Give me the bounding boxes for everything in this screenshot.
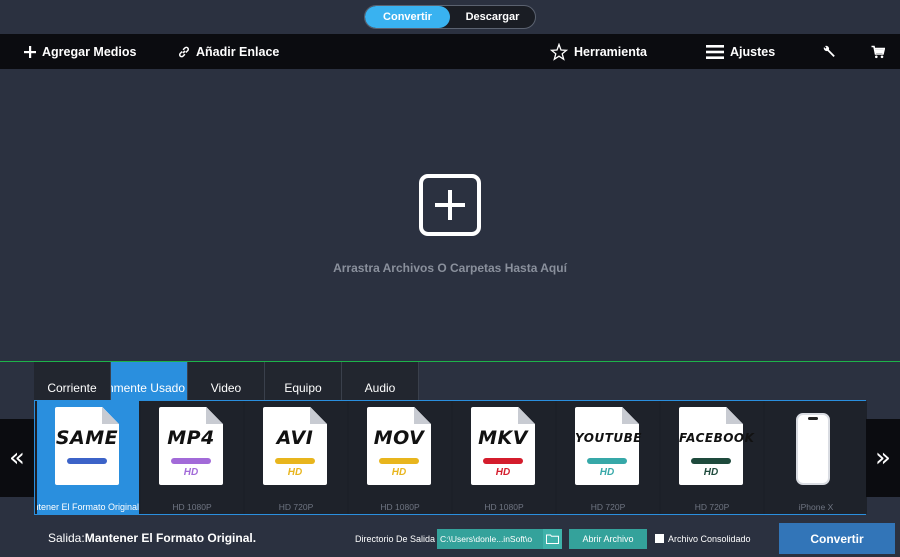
open-file-button[interactable]: Abrir Archivo — [569, 529, 647, 549]
format-card[interactable]: SAME Mantener El Formato Original — [37, 401, 139, 514]
output-prefix: Salida: — [48, 531, 85, 545]
tab-video[interactable]: Video — [188, 362, 265, 400]
format-color-pill — [171, 458, 211, 464]
add-link-button[interactable]: Añadir Enlace — [178, 34, 279, 69]
drop-zone-hint: Arrastra Archivos O Carpetas Hasta Aquí — [333, 261, 567, 275]
consolidated-checkbox[interactable] — [655, 534, 664, 543]
format-color-pill — [275, 458, 315, 464]
next-formats-button[interactable]: » — [866, 419, 900, 497]
format-name: MKV — [478, 427, 528, 449]
tool-button[interactable]: Herramienta — [550, 34, 647, 69]
format-caption: HD 1080P — [484, 502, 524, 512]
format-caption: HD 1080P — [172, 502, 212, 512]
tab-device[interactable]: Equipo — [265, 362, 342, 400]
convert-button[interactable]: Convertir — [779, 523, 895, 554]
format-caption: Mantener El Formato Original — [37, 502, 139, 512]
settings-button[interactable]: Ajustes — [706, 34, 775, 69]
plus-icon — [24, 45, 36, 58]
add-media-label: Agregar Medios — [42, 44, 137, 59]
add-file-plus-icon[interactable] — [419, 174, 481, 236]
link-icon — [178, 46, 190, 58]
output-bar: Salida:Mantener El Formato Original. Dir… — [0, 519, 900, 557]
output-dir-label: Directorio De Salida — [355, 534, 436, 544]
prev-formats-button[interactable]: « — [0, 419, 34, 497]
format-strip: SAME Mantener El Formato Original MP4 HD HD … — [34, 400, 867, 515]
doc-fold — [518, 407, 535, 424]
tab-commonly-used[interactable]: Comúnmente Usado — [111, 362, 188, 400]
format-color-pill — [691, 458, 731, 464]
format-name: SAME — [55, 427, 119, 449]
output-dir-field[interactable]: C:\Users\donle...inSoft\o — [437, 529, 543, 549]
menu-icon — [706, 44, 724, 59]
format-card[interactable]: YOUTUBE HD HD 720P — [557, 401, 659, 514]
doc-fold — [622, 407, 639, 424]
folder-icon[interactable] — [543, 529, 562, 549]
hd-badge: HD — [183, 467, 199, 478]
doc-fold — [414, 407, 431, 424]
doc-fold — [726, 407, 743, 424]
format-name: MOV — [373, 427, 425, 449]
format-card[interactable]: iPhone X — [765, 401, 867, 514]
output-format-value: Mantener El Formato Original. — [84, 531, 257, 545]
format-card[interactable]: MP4 HD HD 1080P — [141, 401, 243, 514]
hd-badge: HD — [287, 467, 303, 478]
wrench-icon[interactable] — [822, 34, 836, 69]
format-name: YOUTUBE — [575, 431, 642, 445]
format-color-pill — [483, 458, 523, 464]
format-tabs: Corriente Comúnmente Usado Video Equipo … — [34, 362, 419, 400]
format-card[interactable]: MOV HD HD 1080P — [349, 401, 451, 514]
cart-icon[interactable] — [871, 34, 885, 69]
hd-badge: HD — [495, 467, 511, 478]
convert-mode-tab[interactable]: Convertir — [365, 6, 450, 28]
format-card[interactable]: MKV HD HD 1080P — [453, 401, 555, 514]
hd-badge: HD — [703, 467, 719, 478]
format-color-pill — [379, 458, 419, 464]
format-caption: HD 720P — [694, 502, 730, 512]
output-summary: Salida:Mantener El Formato Original. — [48, 531, 256, 545]
format-card[interactable]: FACEBOOK HD HD 720P — [661, 401, 763, 514]
consolidated-label: Archivo Consolidado — [668, 534, 751, 544]
tab-current[interactable]: Corriente — [34, 362, 111, 400]
settings-label: Ajustes — [730, 44, 776, 59]
format-color-pill — [67, 458, 107, 464]
format-name: FACEBOOK — [679, 431, 755, 445]
format-card[interactable]: AVI HD HD 720P — [245, 401, 347, 514]
add-media-button[interactable]: Agregar Medios — [24, 34, 136, 69]
tab-audio[interactable]: Audio — [342, 362, 419, 400]
hd-badge: HD — [391, 467, 407, 478]
mode-switch: Convertir Descargar — [364, 5, 536, 29]
format-caption: HD 720P — [278, 502, 314, 512]
drop-zone[interactable]: Arrastra Archivos O Carpetas Hasta Aquí — [0, 69, 900, 361]
tool-label: Herramienta — [574, 44, 647, 59]
download-mode-tab[interactable]: Descargar — [450, 6, 535, 28]
main-toolbar: Agregar Medios Añadir Enlace Herramienta… — [0, 34, 900, 69]
iphone-icon — [796, 413, 830, 485]
magic-star-icon — [550, 42, 568, 61]
format-color-pill — [587, 458, 627, 464]
format-name: AVI — [276, 427, 314, 449]
add-link-label: Añadir Enlace — [196, 44, 280, 59]
hd-badge: HD — [599, 467, 615, 478]
format-caption: iPhone X — [798, 502, 834, 512]
format-name: MP4 — [167, 427, 215, 449]
format-panel: Corriente Comúnmente Usado Video Equipo … — [0, 362, 900, 519]
format-caption: HD 1080P — [380, 502, 420, 512]
doc-fold — [310, 407, 327, 424]
mode-switch-bar: Convertir Descargar — [0, 0, 900, 34]
format-caption: HD 720P — [590, 502, 626, 512]
